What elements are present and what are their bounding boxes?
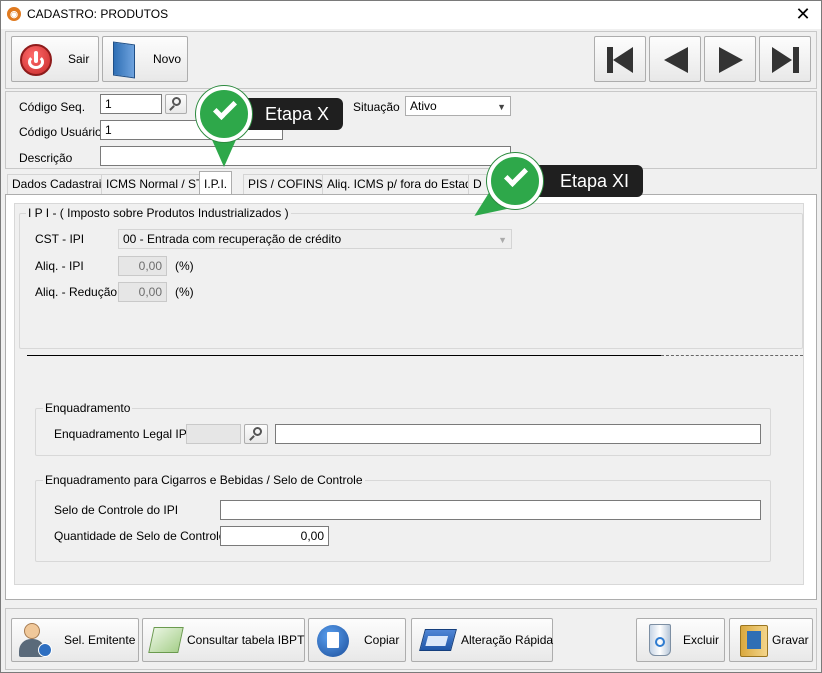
sel-emitente-button[interactable]: Sel. Emitente [11,618,139,662]
enquadramento-legal-label: Enquadramento Legal IPI [54,427,191,441]
enquadramento-search-button[interactable] [244,424,268,444]
consultar-ibpt-button[interactable]: Consultar tabela IBPT [142,618,305,662]
first-record-button[interactable] [594,36,646,82]
description-field[interactable] [100,146,511,166]
code-seq-search-button[interactable] [165,94,187,114]
copiar-label: Copiar [364,633,400,647]
code-seq-field[interactable]: 1 [100,94,162,114]
enquadramento-legal-desc-field[interactable] [275,424,761,444]
copiar-button[interactable]: Copiar [308,618,406,662]
window-title: CADASTRO: PRODUTOS [27,7,169,21]
selo-group [35,480,771,562]
last-icon [772,47,792,73]
tab-ipi[interactable]: I.P.I. [199,171,233,195]
cst-ipi-select[interactable]: 00 - Entrada com recuperação de crédito … [118,229,512,249]
title-bar: ◉ CADASTRO: PRODUTOS ✕ [1,1,821,29]
check-icon [196,86,252,142]
cst-ipi-label: CST - IPI [35,232,85,246]
enquadramento-group-title: Enquadramento [43,401,133,415]
callout-etapa-xi: Etapa XI [528,165,644,197]
quantidade-selo-label: Quantidade de Selo de Controle [54,529,226,543]
selo-group-title: Enquadramento para Cigarros e Bebidas / … [43,473,365,487]
gravar-label: Gravar [772,633,809,647]
previous-record-button[interactable] [649,36,701,82]
aliq-ipi-label: Aliq. - IPI [35,259,84,273]
excluir-button[interactable]: Excluir [636,618,725,662]
new-document-icon [113,41,135,79]
tab-dados-cadastrais[interactable]: Dados Cadastrais [7,174,113,194]
close-window-button[interactable]: ✕ [793,3,813,25]
previous-icon [664,47,688,73]
chevron-down-icon: ▼ [497,102,506,112]
excluir-label: Excluir [683,633,720,647]
aliq-ipi-unit: (%) [175,259,194,273]
enquadramento-legal-code-field [186,424,241,444]
tab-aliq-icms-fora-estado[interactable]: Aliq. ICMS p/ fora do Estado [322,174,484,194]
last-record-button[interactable] [759,36,811,82]
section-divider [27,355,661,356]
table-icon [148,627,184,653]
quantidade-selo-field[interactable]: 0,00 [220,526,329,546]
new-label: Novo [153,52,182,66]
chevron-down-icon: ▼ [498,235,507,245]
tab-pis-cofins[interactable]: PIS / COFINS [243,174,328,194]
exit-button[interactable]: Sair [11,36,99,82]
new-button[interactable]: Novo [102,36,188,82]
code-seq-label: Código Seq. [19,100,86,114]
status-select[interactable]: Ativo ▼ [405,96,511,116]
aliq-reducao-field: 0,00 [118,282,167,302]
description-label: Descrição [19,151,73,165]
aliq-ipi-field: 0,00 [118,256,167,276]
recycle-bin-icon [649,624,671,656]
alteracao-rapida-button[interactable]: Alteração Rápida [411,618,553,662]
app-icon: ◉ [7,7,21,21]
aliq-reducao-unit: (%) [175,285,194,299]
user-code-label: Código Usuário [19,125,102,139]
selo-controle-field[interactable] [220,500,761,520]
search-icon [253,427,262,436]
cst-ipi-value: 00 - Entrada com recuperação de crédito [123,232,342,246]
tab-icms-normal-st[interactable]: ICMS Normal / ST [101,174,209,194]
status-label: Situação [353,100,400,114]
app-window: ◉ CADASTRO: PRODUTOS ✕ Sair Novo Código … [0,0,822,673]
copy-icon [317,625,349,657]
next-icon [719,47,743,73]
status-value: Ativo [410,99,437,113]
alteracao-rapida-label: Alteração Rápida [461,633,554,647]
user-icon [24,623,40,639]
check-icon [487,153,543,209]
gravar-button[interactable]: Gravar [729,618,813,662]
aliq-reducao-label: Aliq. - Redução [35,285,118,299]
edit-window-icon [419,629,457,651]
ipi-group-title: I P I - ( Imposto sobre Produtos Industr… [26,206,291,220]
save-folder-icon [740,625,768,657]
power-icon [20,44,52,76]
exit-label: Sair [68,52,90,66]
next-record-button[interactable] [704,36,756,82]
selo-controle-label: Selo de Controle do IPI [54,503,179,517]
section-divider-dashed [661,355,803,356]
sel-emitente-label: Sel. Emitente [64,633,136,647]
consultar-ibpt-label: Consultar tabela IBPT [187,633,305,647]
